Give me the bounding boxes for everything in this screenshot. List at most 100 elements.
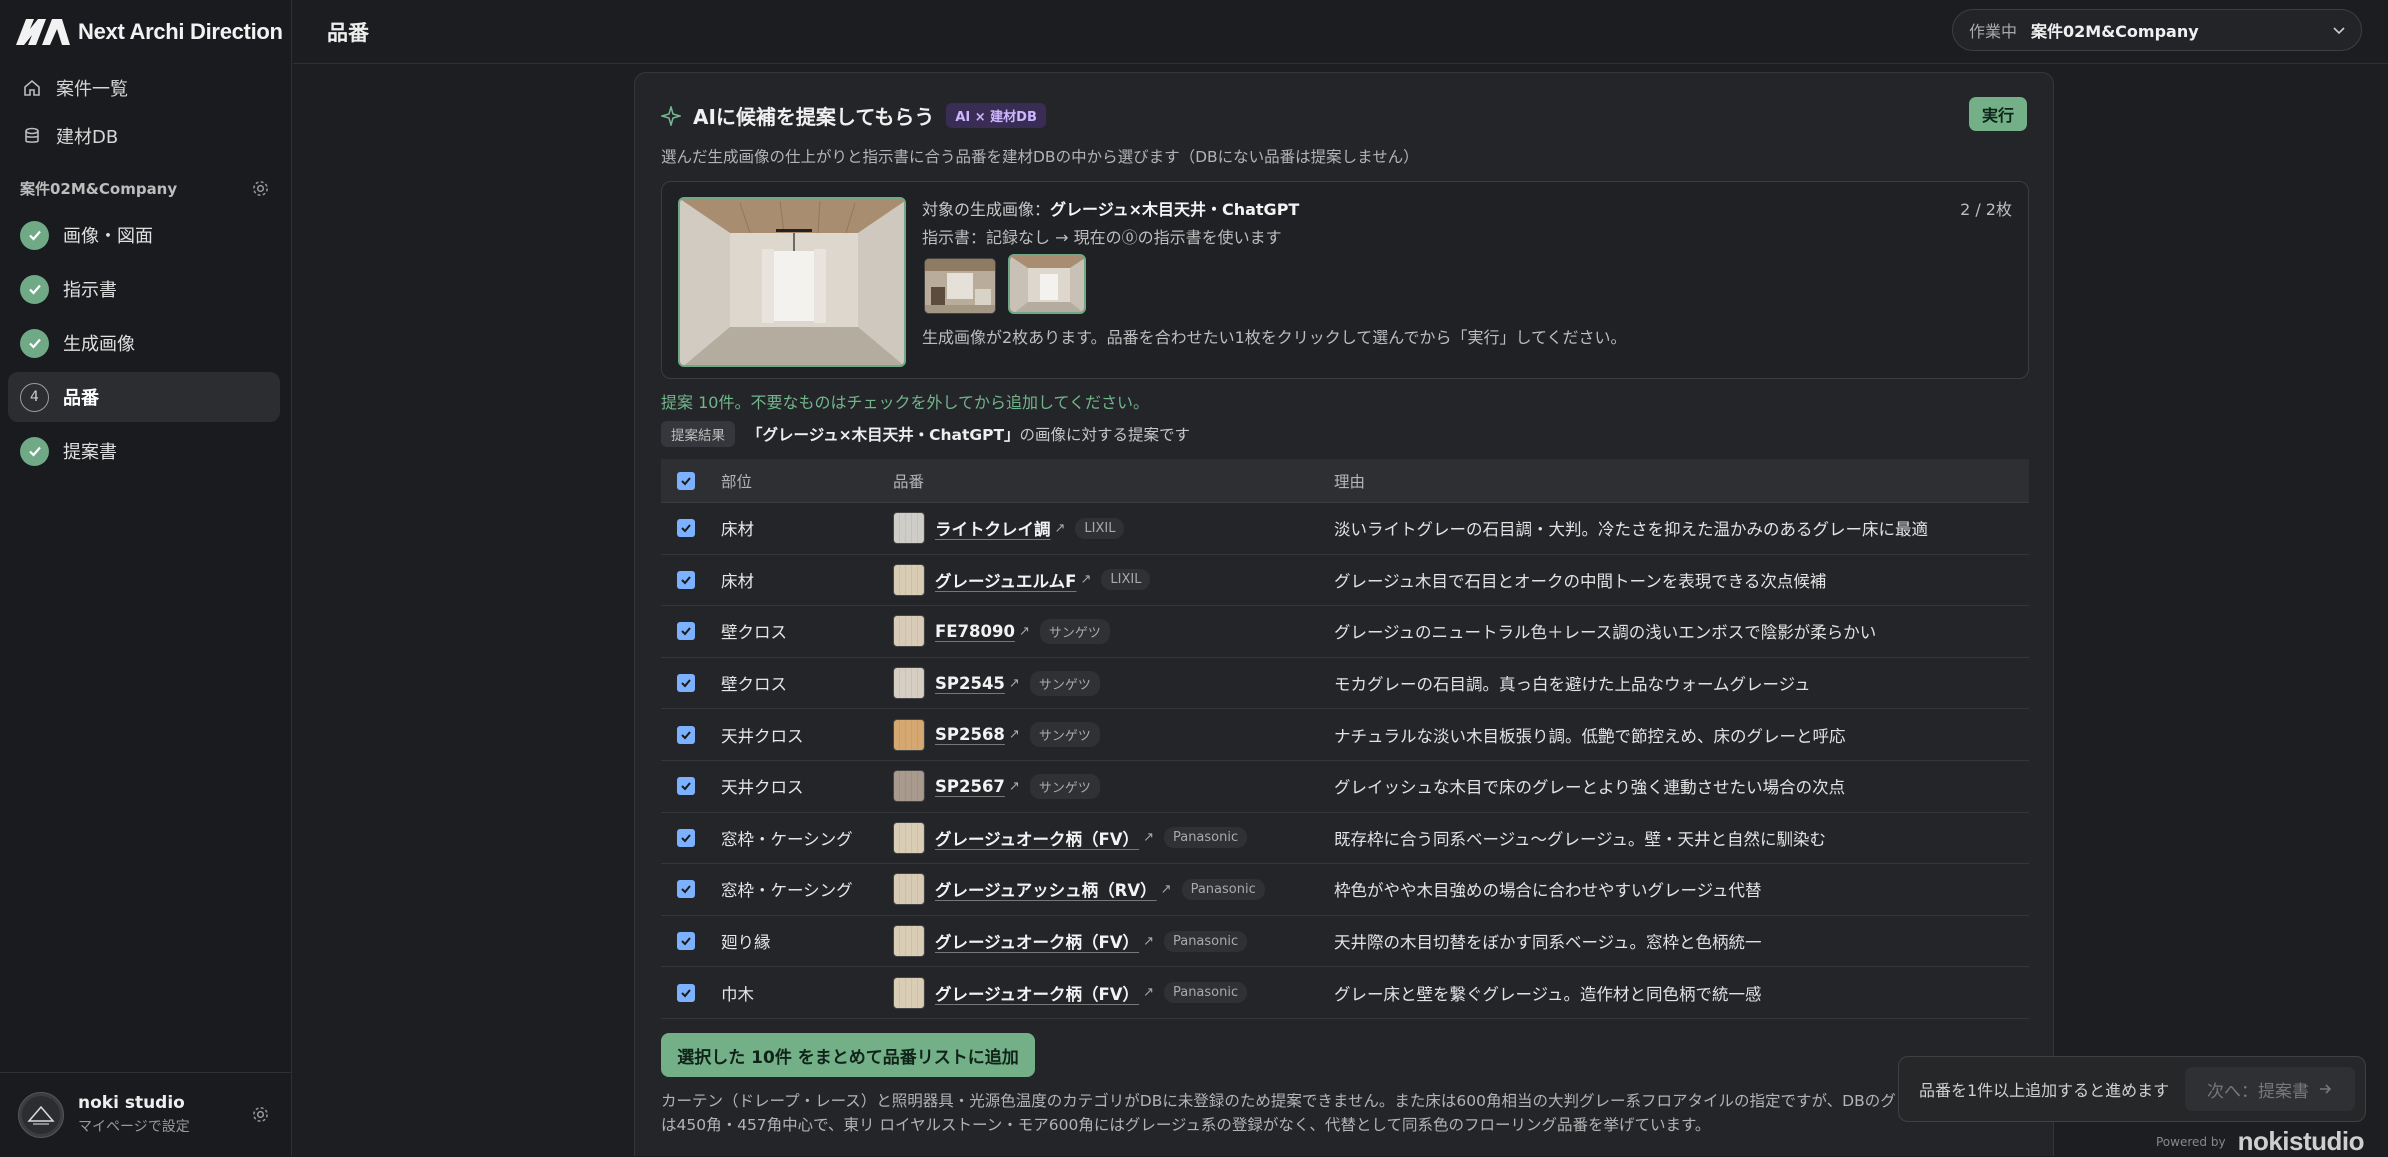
nav-item-projects[interactable]: 案件一覧 <box>8 65 280 111</box>
row-checkbox[interactable] <box>677 622 695 641</box>
ai-db-badge: AI × 建材DB <box>946 103 1046 128</box>
user-settings-hint: マイページで設定 <box>78 1119 190 1135</box>
avatar[interactable] <box>18 1091 64 1138</box>
step-product-numbers[interactable]: 4 品番 <box>8 372 280 422</box>
cell-part: 天井クロス <box>721 778 804 798</box>
table-row: 床材 ライトクレイ調 ↗ LIXIL 淡いライトグレーの石目調・大判。冷たさを抑えた温か… <box>661 503 2029 555</box>
project-select[interactable]: 作業中 案件02M&Company <box>1952 9 2362 51</box>
image-thumbnail-1[interactable] <box>924 258 996 314</box>
cell-reason: 淡いライトグレーの石目調・大判。冷たさを抑えた温かみのあるグレー床に最適 <box>1334 520 1928 540</box>
cell-product: FE78090 ↗ サンゲツ <box>893 615 1334 648</box>
cell-part: 窓枠・ケーシング <box>721 829 853 849</box>
selected-image-preview[interactable] <box>678 197 906 367</box>
maker-badge: サンゲツ <box>1029 722 1100 748</box>
sparkle-icon <box>661 105 681 126</box>
step-images[interactable]: 画像・図面 <box>8 210 280 260</box>
product-link[interactable]: ライトクレイ調 <box>935 516 1051 540</box>
row-checkbox[interactable] <box>677 983 695 1002</box>
product-link[interactable]: グレージュオーク柄（FV） <box>935 981 1139 1005</box>
row-checkbox[interactable] <box>677 828 695 847</box>
material-swatch <box>893 976 925 1009</box>
material-swatch <box>893 925 925 958</box>
step-label: 画像・図面 <box>63 226 153 247</box>
select-all-checkbox[interactable] <box>677 471 695 490</box>
product-link[interactable]: FE78090 <box>935 622 1015 641</box>
arrow-right-icon <box>2320 1084 2332 1094</box>
db-note: カーテン（ドレープ・レース）と照明器具・光源色温度のカテゴリがDBに未登録のため… <box>661 1089 2029 1137</box>
gear-icon[interactable] <box>251 1105 270 1124</box>
maker-badge: Panasonic <box>1163 982 1248 1004</box>
cell-part: 床材 <box>721 520 754 540</box>
table-row: 壁クロス FE78090 ↗ サンゲツ グレージュのニュートラル色＋レース調の浅いエンボ… <box>661 606 2029 658</box>
image-thumbnail-2-selected[interactable] <box>1008 254 1086 314</box>
add-to-list-button[interactable]: 選択した 10件 をまとめて品番リストに追加 <box>661 1033 1035 1077</box>
product-link[interactable]: SP2568 <box>935 725 1005 744</box>
table-row: 巾木 グレージュオーク柄（FV） ↗ Panasonic グレー床と壁を繋ぐグレージュ。… <box>661 967 2029 1019</box>
external-link-icon[interactable]: ↗ <box>1143 985 1154 1000</box>
material-swatch <box>893 770 925 803</box>
external-link-icon[interactable]: ↗ <box>1009 676 1020 691</box>
step-label: 品番 <box>63 388 99 409</box>
product-link[interactable]: グレージュオーク柄（FV） <box>935 929 1139 953</box>
gear-icon[interactable] <box>251 179 270 198</box>
cell-reason: グレイッシュな木目で床のグレーとより強く連動させたい場合の次点 <box>1334 778 1846 798</box>
suggestion-count: 提案 10件。不要なものはチェックを外してから追加してください。 <box>661 393 1150 412</box>
chevron-down-icon <box>2333 27 2345 35</box>
row-checkbox[interactable] <box>677 880 695 899</box>
step-generated-images[interactable]: 生成画像 <box>8 318 280 368</box>
project-section-header: 案件02M&Company <box>20 178 270 199</box>
target-image-line: 対象の生成画像：グレージュ×木目天井・ChatGPT <box>922 196 1299 220</box>
table-row: 天井クロス SP2568 ↗ サンゲツ ナチュラルな淡い木目板張り調。低艶で節控えめ、床… <box>661 709 2029 761</box>
cell-part: 巾木 <box>721 984 754 1004</box>
product-link[interactable]: グレージュオーク柄（FV） <box>935 826 1139 850</box>
cell-product: グレージュオーク柄（FV） ↗ Panasonic <box>893 976 1334 1009</box>
next-proposal-button[interactable]: 次へ：提案書 <box>2185 1067 2355 1111</box>
product-link[interactable]: グレージュエルムF <box>935 568 1076 592</box>
cell-product: SP2568 ↗ サンゲツ <box>893 718 1334 751</box>
row-checkbox[interactable] <box>677 570 695 589</box>
row-checkbox[interactable] <box>677 725 695 744</box>
powered-brand-logo: nokistudio <box>2237 1126 2365 1156</box>
step-instructions[interactable]: 指示書 <box>8 264 280 314</box>
material-swatch <box>893 821 925 854</box>
material-swatch <box>893 512 925 545</box>
external-link-icon[interactable]: ↗ <box>1019 624 1030 639</box>
check-icon <box>20 220 49 250</box>
result-suffix: の画像に対する提案です <box>1019 426 1191 444</box>
external-link-icon[interactable]: ↗ <box>1161 882 1172 897</box>
cell-part: 天井クロス <box>721 726 804 746</box>
external-link-icon[interactable]: ↗ <box>1009 779 1020 794</box>
brand-logo[interactable]: Next Archi Direction <box>16 18 283 46</box>
step-proposal[interactable]: 提案書 <box>8 426 280 476</box>
target-image-box: 対象の生成画像：グレージュ×木目天井・ChatGPT 2 / 2枚 指示書：記録… <box>661 181 2029 379</box>
external-link-icon[interactable]: ↗ <box>1009 727 1020 742</box>
cell-part: 廻り縁 <box>721 933 771 953</box>
row-checkbox[interactable] <box>677 674 695 693</box>
table-header: 部位 品番 理由 <box>661 459 2029 503</box>
page-title: 品番 <box>327 21 369 45</box>
row-checkbox[interactable] <box>677 932 695 951</box>
row-checkbox[interactable] <box>677 519 695 538</box>
table-row: 天井クロス SP2567 ↗ サンゲツ グレイッシュな木目で床のグレーとより強く連動させ… <box>661 761 2029 813</box>
top-bar: 品番 作業中 案件02M&Company <box>293 0 2388 64</box>
product-link[interactable]: SP2545 <box>935 674 1005 693</box>
material-swatch <box>893 615 925 648</box>
column-header-part: 部位 <box>721 472 753 491</box>
nav-item-materials-db[interactable]: 建材DB <box>8 113 280 159</box>
product-link[interactable]: SP2567 <box>935 777 1005 796</box>
external-link-icon[interactable]: ↗ <box>1080 572 1091 587</box>
cell-product: SP2545 ↗ サンゲツ <box>893 667 1334 700</box>
external-link-icon[interactable]: ↗ <box>1055 521 1066 536</box>
image-count: 2 / 2枚 <box>1960 200 2012 219</box>
target-image-name: グレージュ×木目天井・ChatGPT <box>1050 200 1300 219</box>
cell-reason: 枠色がやや木目強めの場合に合わせやすいグレージュ代替 <box>1334 881 1762 901</box>
external-link-icon[interactable]: ↗ <box>1143 830 1154 845</box>
ai-panel-header: AIに候補を提案してもらう AI × 建材DB <box>661 101 1046 130</box>
run-button[interactable]: 実行 <box>1969 97 2027 131</box>
external-link-icon[interactable]: ↗ <box>1143 934 1154 949</box>
product-link[interactable]: グレージュアッシュ柄（RV） <box>935 877 1157 901</box>
home-icon <box>24 79 40 96</box>
row-checkbox[interactable] <box>677 777 695 796</box>
ai-panel-title: AIに候補を提案してもらう <box>693 105 935 129</box>
cell-reason: グレージュのニュートラル色＋レース調の浅いエンボスで陰影が柔らかい <box>1334 623 1877 643</box>
